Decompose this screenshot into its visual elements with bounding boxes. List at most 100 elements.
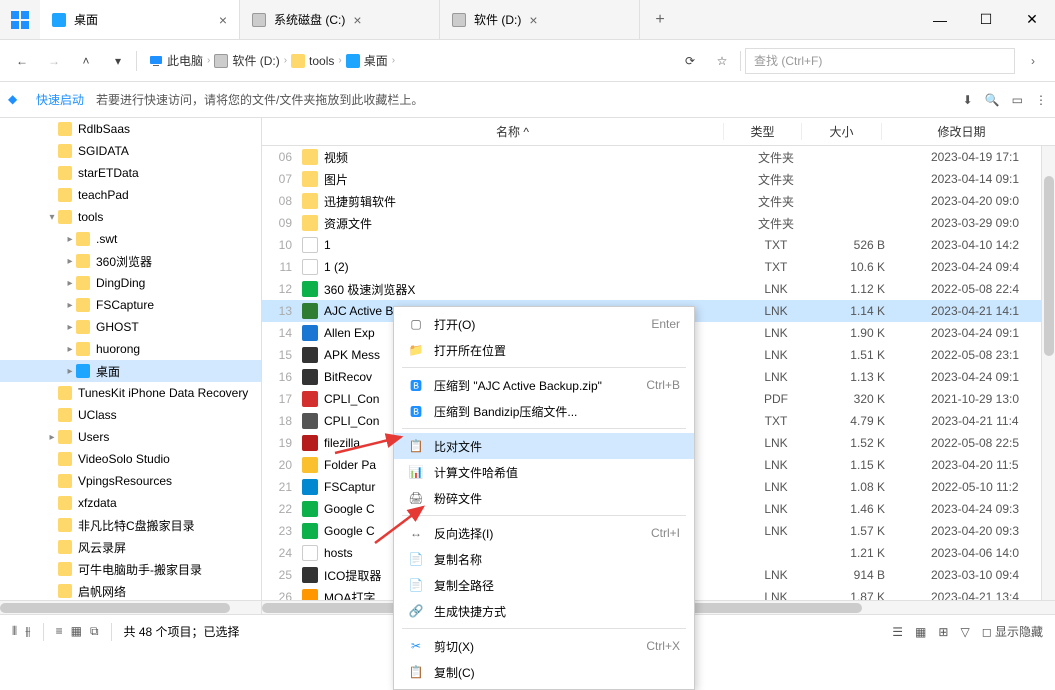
menu-item-zip[interactable]: 🅱压缩到 Bandizip压缩文件...	[394, 398, 694, 424]
tree-item[interactable]: UClass	[0, 404, 261, 426]
tree-item[interactable]: ▸Users	[0, 426, 261, 448]
menu-item-shred[interactable]: 🖨粉碎文件	[394, 485, 694, 511]
breadcrumb[interactable]: 此电脑›软件 (D:)›tools›桌面›	[141, 52, 672, 69]
file-row[interactable]: 07图片文件夹2023-04-14 09:1	[262, 168, 1055, 190]
breadcrumb-0[interactable]: 此电脑	[149, 52, 203, 69]
tree-item[interactable]: ▸GHOST	[0, 316, 261, 338]
view-details-icon[interactable]: ☰	[892, 625, 903, 639]
tree-item[interactable]: ▸桌面	[0, 360, 261, 382]
list-scrollbar-y[interactable]	[1041, 146, 1055, 600]
download-icon[interactable]: ⬇	[963, 93, 973, 107]
file-row[interactable]: 101TXT526 B2023-04-10 14:2	[262, 234, 1055, 256]
menu-item-copypath[interactable]: 📄复制全路径	[394, 572, 694, 598]
tree-item[interactable]: xfzdata	[0, 492, 261, 514]
column-name[interactable]: 名称 ^	[302, 123, 723, 140]
more-icon[interactable]: ⋮	[1035, 93, 1047, 107]
menu-item-invert[interactable]: ↔反向选择(I)Ctrl+I	[394, 520, 694, 546]
view-list-icon[interactable]: ≡	[56, 624, 63, 639]
menu-item-location[interactable]: 📁打开所在位置	[394, 337, 694, 363]
tree-item[interactable]: ▸DingDing	[0, 272, 261, 294]
expander-icon[interactable]: ▸	[64, 234, 76, 245]
app-logo[interactable]	[0, 0, 40, 39]
close-tab-icon[interactable]: ×	[219, 12, 227, 28]
search-input[interactable]: 查找 (Ctrl+F)	[745, 48, 1015, 74]
menu-item-copy[interactable]: 📋复制(C)	[394, 659, 694, 685]
tree-item[interactable]: VideoSolo Studio	[0, 448, 261, 470]
expander-icon[interactable]: ▸	[64, 256, 76, 267]
breadcrumb-1[interactable]: 软件 (D:)	[214, 52, 279, 69]
maximize-button[interactable]: ☐	[963, 0, 1009, 39]
column-type[interactable]: 类型	[723, 123, 801, 140]
search-go-icon[interactable]: ›	[1019, 47, 1047, 75]
column-headers[interactable]: 名称 ^ 类型 大小 修改日期	[262, 118, 1055, 146]
view-grid-icon[interactable]: ▦	[71, 624, 82, 639]
file-row[interactable]: 09资源文件文件夹2023-03-29 09:0	[262, 212, 1055, 234]
tree-item[interactable]: SGIDATA	[0, 140, 261, 162]
tree-scrollbar-x[interactable]	[0, 600, 261, 614]
expander-icon[interactable]: ▸	[64, 300, 76, 311]
tree-item[interactable]: RdlbSaas	[0, 118, 261, 140]
folder-tree[interactable]: RdlbSaasSGIDATAstarETDatateachPad▾tools▸…	[0, 118, 262, 614]
view-tree-icon[interactable]: ⧉	[90, 624, 99, 639]
quick-launch-label[interactable]: 快速启动	[36, 91, 84, 108]
close-tab-icon[interactable]: ×	[529, 12, 537, 28]
new-tab-button[interactable]: +	[640, 0, 680, 39]
file-row[interactable]: 12360 极速浏览器XLNK1.12 K2022-05-08 22:4	[262, 278, 1055, 300]
view-icons-icon[interactable]: ▦	[915, 625, 926, 639]
tree-item[interactable]: ▸huorong	[0, 338, 261, 360]
view-summary-icon[interactable]: ⊞	[938, 625, 948, 639]
tree-item[interactable]: ▸.swt	[0, 228, 261, 250]
back-button[interactable]: ←	[8, 47, 36, 75]
expander-icon[interactable]: ▸	[64, 344, 76, 355]
file-row[interactable]: 111 (2)TXT10.6 K2023-04-24 09:4	[262, 256, 1055, 278]
breadcrumb-2[interactable]: tools	[291, 54, 334, 68]
invert-icon: ↔	[408, 525, 424, 541]
tab-2[interactable]: 软件 (D:)×	[440, 0, 640, 39]
view-compact-icon[interactable]: ⫴	[12, 624, 17, 639]
expander-icon[interactable]: ▸	[64, 366, 76, 377]
column-date[interactable]: 修改日期	[881, 123, 1041, 140]
minimize-button[interactable]: —	[917, 0, 963, 39]
up-button[interactable]: ˄	[72, 47, 100, 75]
column-size[interactable]: 大小	[801, 123, 881, 140]
tree-item[interactable]: ▸FSCapture	[0, 294, 261, 316]
filter-icon[interactable]: ▽	[960, 625, 969, 639]
tree-item[interactable]: VpingsResources	[0, 470, 261, 492]
menu-item-open[interactable]: ▢打开(O)Enter	[394, 311, 694, 337]
expander-icon[interactable]: ▾	[46, 212, 58, 223]
menu-item-zip[interactable]: 🅱压缩到 "AJC Active Backup.zip"Ctrl+B	[394, 372, 694, 398]
history-dropdown[interactable]: ▾	[104, 47, 132, 75]
search-icon[interactable]: 🔍	[985, 93, 1000, 107]
tree-item[interactable]: ▾tools	[0, 206, 261, 228]
toggle-hidden[interactable]: ◻ 显示隐藏	[982, 623, 1043, 640]
tree-item[interactable]: 非凡比特C盘搬家目录	[0, 514, 261, 536]
expander-icon[interactable]: ▸	[64, 278, 76, 289]
menu-item-shortcut[interactable]: 🔗生成快捷方式	[394, 598, 694, 624]
menu-item-compare[interactable]: 📋比对文件	[394, 433, 694, 459]
tree-item[interactable]: starETData	[0, 162, 261, 184]
layout-icon[interactable]: ▭	[1012, 93, 1023, 107]
view-spacious-icon[interactable]: ⫵	[25, 624, 31, 639]
close-tab-icon[interactable]: ×	[353, 12, 361, 28]
file-row[interactable]: 06视频文件夹2023-04-19 17:1	[262, 146, 1055, 168]
tree-item[interactable]: 风云录屏	[0, 536, 261, 558]
tree-item[interactable]: teachPad	[0, 184, 261, 206]
file-row[interactable]: 08迅捷剪辑软件文件夹2023-04-20 09:0	[262, 190, 1055, 212]
tree-item[interactable]: TunesKit iPhone Data Recovery	[0, 382, 261, 404]
tree-item[interactable]: 启帆网络	[0, 580, 261, 602]
menu-item-cut[interactable]: ✂剪切(X)Ctrl+X	[394, 633, 694, 659]
tree-item[interactable]: 可牛电脑助手-搬家目录	[0, 558, 261, 580]
tab-0[interactable]: 桌面×	[40, 0, 240, 39]
menu-item-hash[interactable]: 📊计算文件哈希值	[394, 459, 694, 485]
forward-button[interactable]: →	[40, 47, 68, 75]
expander-icon[interactable]: ▸	[64, 322, 76, 333]
expander-icon[interactable]: ▸	[46, 432, 58, 443]
tree-item[interactable]: ▸360浏览器	[0, 250, 261, 272]
tab-1[interactable]: 系统磁盘 (C:)×	[240, 0, 440, 39]
menu-item-copyname[interactable]: 📄复制名称	[394, 546, 694, 572]
star-button[interactable]: ☆	[708, 47, 736, 75]
close-window-button[interactable]: ✕	[1009, 0, 1055, 39]
file-size: 1.13 K	[815, 370, 895, 384]
breadcrumb-3[interactable]: 桌面	[346, 52, 388, 69]
refresh-button[interactable]: ⟳	[676, 47, 704, 75]
